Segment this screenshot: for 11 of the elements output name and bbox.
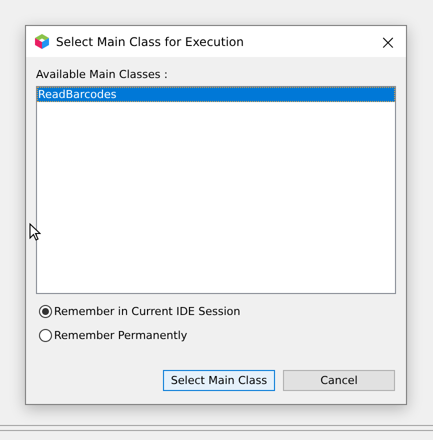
list-label: Available Main Classes : — [36, 68, 169, 83]
radio-label: Remember in Current IDE Session — [54, 304, 240, 318]
close-button[interactable]: × — [370, 26, 406, 56]
radio-label: Remember Permanently — [54, 328, 188, 342]
confirm-button[interactable]: Select Main Class — [163, 370, 275, 391]
cancel-button[interactable]: Cancel — [283, 370, 395, 391]
cube-icon — [35, 34, 49, 49]
radio-button[interactable] — [39, 304, 52, 318]
window-title: Select Main Class for Execution — [56, 34, 245, 48]
list-item[interactable]: ReadBarcodes — [37, 87, 395, 102]
radio-button[interactable] — [39, 328, 52, 342]
